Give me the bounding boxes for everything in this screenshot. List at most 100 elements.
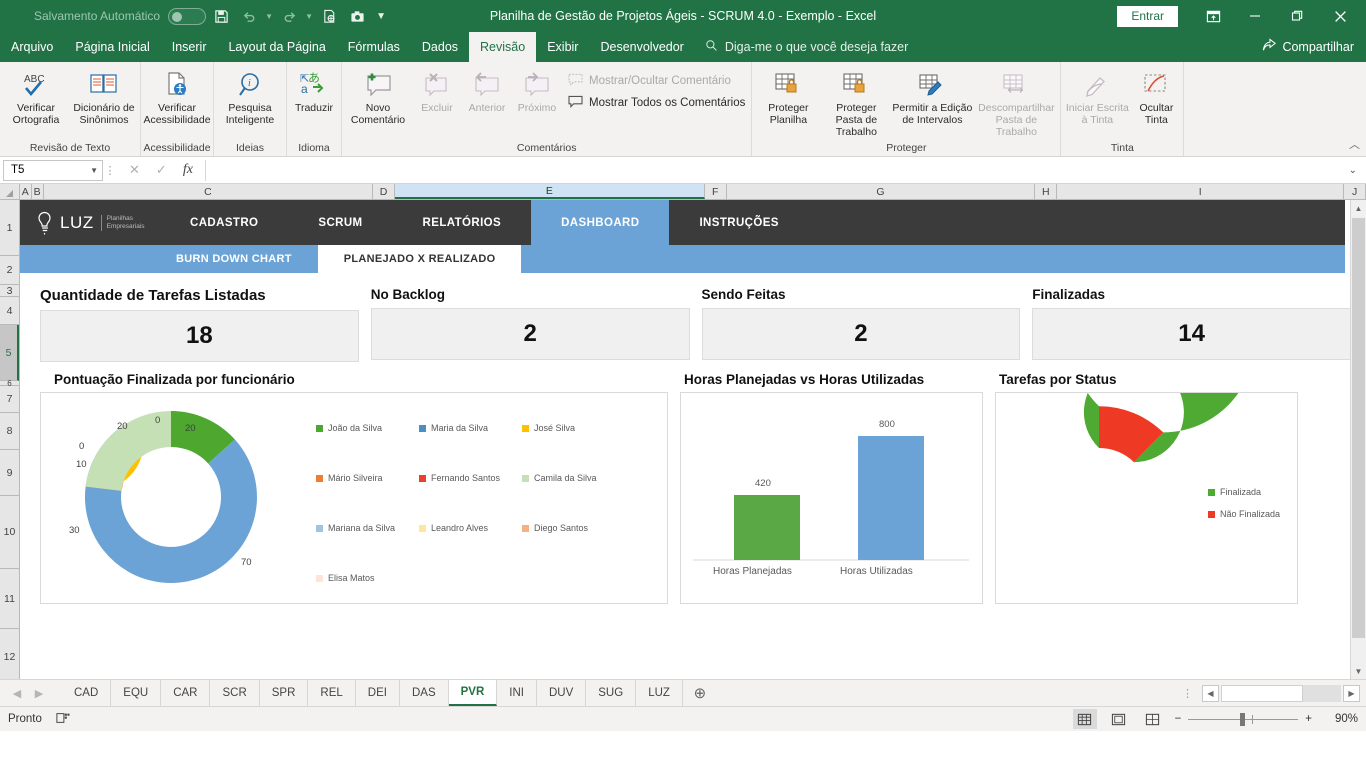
row-header-10[interactable]: 10 — [0, 496, 19, 569]
legend-item[interactable]: Mariana da Silva — [316, 523, 419, 533]
column-header-E[interactable]: E — [395, 184, 705, 199]
close-button[interactable] — [1318, 1, 1362, 31]
fx-icon[interactable]: fx — [183, 162, 193, 178]
chart-canvas[interactable]: 13% 87% Finalizada Não Finalizada — [995, 392, 1298, 604]
sheet-tab-luz[interactable]: LUZ — [636, 680, 683, 706]
sheet-tab-ini[interactable]: INI — [497, 680, 537, 706]
add-sheet-icon[interactable]: ⊕ — [683, 684, 717, 702]
sheet-tab-car[interactable]: CAR — [161, 680, 210, 706]
row-header-5[interactable]: 5 — [0, 325, 19, 381]
novo-comentario-button[interactable]: Novo Comentário — [344, 65, 412, 129]
collapse-ribbon-icon[interactable]: ︿ — [1349, 136, 1360, 152]
zoom-in-button[interactable]: + — [1305, 713, 1312, 725]
split-handle[interactable]: ⋮ — [1182, 687, 1200, 700]
sheet-tab-scr[interactable]: SCR — [210, 680, 259, 706]
verificar-ortografia-button[interactable]: ABC Verificar Ortografia — [2, 65, 70, 129]
scroll-up-button[interactable]: ▲ — [1351, 200, 1366, 216]
row-header-9[interactable]: 9 — [0, 450, 19, 496]
previous-sheet-icon[interactable]: ◀ — [6, 687, 28, 700]
cancel-icon[interactable]: ✕ — [129, 162, 140, 178]
proteger-pasta-de-trabalho-button[interactable]: Proteger Pasta de Trabalho — [822, 65, 890, 141]
zoom-slider[interactable]: − + — [1175, 713, 1312, 725]
row-header-8[interactable]: 8 — [0, 413, 19, 450]
tab-revisao[interactable]: Revisão — [469, 32, 536, 62]
redo-dropdown-icon[interactable]: ▼ — [304, 3, 314, 29]
save-icon[interactable] — [208, 3, 234, 29]
share-button[interactable]: Compartilhar — [1262, 32, 1366, 62]
restore-button[interactable] — [1276, 1, 1318, 31]
column-header-C[interactable]: C — [44, 184, 374, 199]
customize-qat-icon[interactable]: ▼ — [372, 3, 390, 29]
tab-exibir[interactable]: Exibir — [536, 32, 589, 62]
row-header-12[interactable]: 12 — [0, 629, 19, 679]
name-box[interactable]: T5 ▼ — [3, 160, 103, 181]
legend-item[interactable]: Não Finalizada — [1208, 509, 1280, 519]
legend-item[interactable]: Fernando Santos — [419, 473, 522, 483]
confirm-icon[interactable]: ✓ — [156, 162, 167, 178]
column-header-F[interactable]: F — [705, 184, 727, 199]
tab-layout-da-pagina[interactable]: Layout da Página — [217, 32, 336, 62]
column-header-A[interactable]: A — [20, 184, 32, 199]
dicionario-de-sinonimos-button[interactable]: Dicionário de Sinônimos — [70, 65, 138, 129]
sign-in-button[interactable]: Entrar — [1117, 6, 1178, 27]
legend-item[interactable]: Elisa Matos — [316, 573, 419, 583]
vertical-scroll-thumb[interactable] — [1352, 218, 1365, 638]
page-break-view-button[interactable] — [1141, 709, 1165, 729]
row-header-1[interactable]: 1 — [0, 200, 19, 256]
sheet-tab-das[interactable]: DAS — [400, 680, 449, 706]
column-header-I[interactable]: I — [1057, 184, 1344, 199]
nav-item-cadastro[interactable]: CADASTRO — [160, 200, 288, 245]
proteger-planilha-button[interactable]: Proteger Planilha — [754, 65, 822, 129]
legend-item[interactable]: Camila da Silva — [522, 473, 625, 483]
legend-item[interactable]: Diego Santos — [522, 523, 625, 533]
column-header-B[interactable]: B — [32, 184, 44, 199]
tab-arquivo[interactable]: Arquivo — [0, 32, 64, 62]
nav-item-instrucoes[interactable]: INSTRUÇÕES — [669, 200, 808, 245]
expand-formula-bar-icon[interactable]: ⌄ — [1343, 165, 1363, 176]
legend-item[interactable]: Finalizada — [1208, 487, 1280, 497]
zoom-out-button[interactable]: − — [1175, 713, 1182, 725]
tab-formulas[interactable]: Fórmulas — [337, 32, 411, 62]
legend-item[interactable]: José Silva — [522, 423, 625, 433]
tab-dados[interactable]: Dados — [411, 32, 469, 62]
autosave-toggle[interactable] — [168, 8, 206, 25]
column-header-D[interactable]: D — [373, 184, 395, 199]
legend-item[interactable]: João da Silva — [316, 423, 419, 433]
tell-me-search[interactable]: Diga-me o que você deseja fazer — [695, 32, 918, 62]
column-header-G[interactable]: G — [727, 184, 1036, 199]
scroll-down-button[interactable]: ▼ — [1351, 663, 1366, 679]
legend-item[interactable]: Leandro Alves — [419, 523, 522, 533]
print-preview-icon[interactable] — [316, 3, 342, 29]
subnav-item-planejado-x-realizado[interactable]: PLANEJADO X REALIZADO — [318, 245, 522, 273]
horizontal-scroll-thumb[interactable] — [1221, 685, 1303, 702]
mostrar-todos-os-comentarios-button[interactable]: Mostrar Todos os Comentários — [568, 95, 745, 111]
chevron-down-icon[interactable]: ▼ — [90, 166, 98, 175]
sheet-tab-cad[interactable]: CAD — [62, 680, 111, 706]
zoom-level-label[interactable]: 90% — [1322, 713, 1358, 725]
sheet-tab-duv[interactable]: DUV — [537, 680, 586, 706]
zoom-thumb[interactable] — [1240, 713, 1245, 726]
undo-dropdown-icon[interactable]: ▼ — [264, 3, 274, 29]
ribbon-display-options-icon[interactable] — [1192, 1, 1234, 31]
scroll-right-button[interactable]: ▶ — [1343, 685, 1360, 702]
column-header-J[interactable]: J — [1344, 184, 1366, 199]
sheet-tab-pvr[interactable]: PVR — [449, 680, 498, 706]
sheet-tab-sug[interactable]: SUG — [586, 680, 636, 706]
undo-icon[interactable] — [236, 3, 262, 29]
next-sheet-icon[interactable]: ▶ — [28, 687, 50, 700]
legend-item[interactable]: Mário Silveira — [316, 473, 419, 483]
normal-view-button[interactable] — [1073, 709, 1097, 729]
ocultar-tinta-button[interactable]: Ocultar Tinta — [1131, 65, 1181, 129]
camera-icon[interactable] — [344, 3, 370, 29]
select-all-corner[interactable] — [0, 184, 20, 199]
minimize-button[interactable] — [1234, 1, 1276, 31]
tab-desenvolvedor[interactable]: Desenvolvedor — [589, 32, 694, 62]
page-layout-view-button[interactable] — [1107, 709, 1131, 729]
pesquisa-inteligente-button[interactable]: i Pesquisa Inteligente — [216, 65, 284, 129]
row-header-7[interactable]: 7 — [0, 386, 19, 413]
row-header-11[interactable]: 11 — [0, 569, 19, 629]
tab-inserir[interactable]: Inserir — [161, 32, 218, 62]
horizontal-scrollbar[interactable]: ⋮ ◀ ▶ — [717, 685, 1366, 702]
sheet-tab-rel[interactable]: REL — [308, 680, 355, 706]
chart-canvas[interactable]: 420 800 Horas Planejadas Horas Utilizada… — [680, 392, 983, 604]
